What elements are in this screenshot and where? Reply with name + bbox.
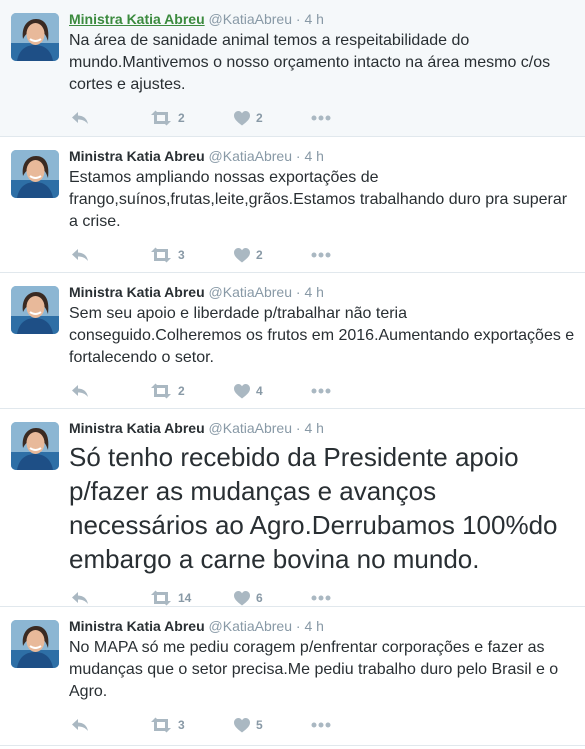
separator-dot: · (295, 618, 301, 634)
more-button[interactable] (311, 110, 331, 126)
retweet-count: 2 (178, 384, 185, 398)
retweet-icon (151, 383, 171, 399)
reply-button[interactable] (71, 110, 89, 126)
like-count: 2 (256, 248, 263, 262)
tweet-timestamp[interactable]: 4 h (304, 420, 323, 436)
retweet-button[interactable]: 2 (150, 383, 185, 399)
tweet[interactable]: Ministra Katia Abreu @KatiaAbreu · 4 h S… (0, 273, 585, 409)
more-icon (311, 722, 331, 728)
more-icon (311, 388, 331, 394)
tweet[interactable]: Ministra Katia Abreu @KatiaAbreu · 4 h E… (0, 137, 585, 273)
more-button[interactable] (311, 247, 331, 263)
author-handle[interactable]: @KatiaAbreu (209, 284, 292, 300)
like-button[interactable]: 2 (234, 110, 263, 126)
retweet-icon (151, 110, 171, 126)
reply-button[interactable] (71, 590, 89, 606)
heart-icon (234, 383, 250, 398)
more-button[interactable] (311, 383, 331, 399)
retweet-count: 3 (178, 248, 185, 262)
tweet-text: Sem seu apoio e liberdade p/trabalhar nã… (69, 305, 575, 366)
tweet-actions: 2 2 (69, 96, 575, 142)
retweet-icon (151, 590, 171, 606)
tweet-timestamp[interactable]: 4 h (304, 618, 323, 634)
author-name[interactable]: Ministra Katia Abreu (69, 148, 205, 164)
timeline: Ministra Katia Abreu @KatiaAbreu · 4 h N… (0, 0, 585, 746)
avatar[interactable] (11, 620, 59, 668)
reply-icon (72, 385, 88, 397)
tweet-timestamp[interactable]: 4 h (304, 11, 323, 27)
author-name[interactable]: Ministra Katia Abreu (69, 11, 205, 27)
tweet[interactable]: Ministra Katia Abreu @KatiaAbreu · 4 h N… (0, 607, 585, 746)
like-count: 4 (256, 384, 263, 398)
like-count: 5 (256, 718, 263, 732)
avatar[interactable] (11, 150, 59, 198)
like-button[interactable]: 2 (234, 247, 263, 263)
like-button[interactable]: 5 (234, 717, 263, 733)
tweet-timestamp[interactable]: 4 h (304, 284, 323, 300)
more-icon (311, 115, 331, 121)
avatar[interactable] (11, 422, 59, 470)
author-name[interactable]: Ministra Katia Abreu (69, 420, 205, 436)
author-handle[interactable]: @KatiaAbreu (209, 11, 292, 27)
author-name[interactable]: Ministra Katia Abreu (69, 618, 205, 634)
reply-icon (72, 592, 88, 604)
tweet-text: Estamos ampliando nossas exportações de … (69, 169, 568, 230)
heart-icon (234, 110, 250, 125)
like-count: 6 (256, 591, 263, 605)
retweet-count: 14 (178, 591, 192, 605)
like-button[interactable]: 4 (234, 383, 263, 399)
reply-icon (72, 719, 88, 731)
reply-icon (72, 249, 88, 261)
more-icon (311, 595, 331, 601)
like-count: 2 (256, 111, 263, 125)
heart-icon (234, 247, 250, 262)
retweet-count: 3 (178, 718, 185, 732)
tweet-timestamp[interactable]: 4 h (304, 148, 323, 164)
like-button[interactable]: 6 (234, 590, 263, 606)
retweet-icon (151, 717, 171, 733)
retweet-button[interactable]: 2 (150, 110, 185, 126)
author-handle[interactable]: @KatiaAbreu (209, 148, 292, 164)
more-button[interactable] (311, 717, 331, 733)
tweet-text: No MAPA só me pediu coragem p/enfrentar … (69, 639, 559, 700)
reply-button[interactable] (71, 383, 89, 399)
avatar[interactable] (11, 286, 59, 334)
author-name[interactable]: Ministra Katia Abreu (69, 284, 205, 300)
tweet[interactable]: Ministra Katia Abreu @KatiaAbreu · 4 h N… (0, 0, 585, 137)
separator-dot: · (295, 284, 301, 300)
author-handle[interactable]: @KatiaAbreu (209, 420, 292, 436)
tweet-actions: 3 5 (69, 703, 575, 749)
separator-dot: · (295, 148, 301, 164)
separator-dot: · (295, 420, 301, 436)
separator-dot: · (295, 11, 301, 27)
tweet-text: Na área de sanidade animal temos a respe… (69, 32, 551, 93)
retweet-count: 2 (178, 111, 185, 125)
retweet-button[interactable]: 3 (150, 717, 185, 733)
avatar[interactable] (11, 13, 59, 61)
reply-icon (72, 112, 88, 124)
reply-button[interactable] (71, 717, 89, 733)
more-button[interactable] (311, 590, 331, 606)
reply-button[interactable] (71, 247, 89, 263)
heart-icon (234, 590, 250, 605)
retweet-icon (151, 247, 171, 263)
heart-icon (234, 717, 250, 732)
retweet-button[interactable]: 14 (150, 590, 191, 606)
more-icon (311, 252, 331, 258)
retweet-button[interactable]: 3 (150, 247, 185, 263)
tweet[interactable]: Ministra Katia Abreu @KatiaAbreu · 4 h S… (0, 409, 585, 607)
author-handle[interactable]: @KatiaAbreu (209, 618, 292, 634)
tweet-text: Só tenho recebido da Presidente apoio p/… (69, 442, 558, 574)
